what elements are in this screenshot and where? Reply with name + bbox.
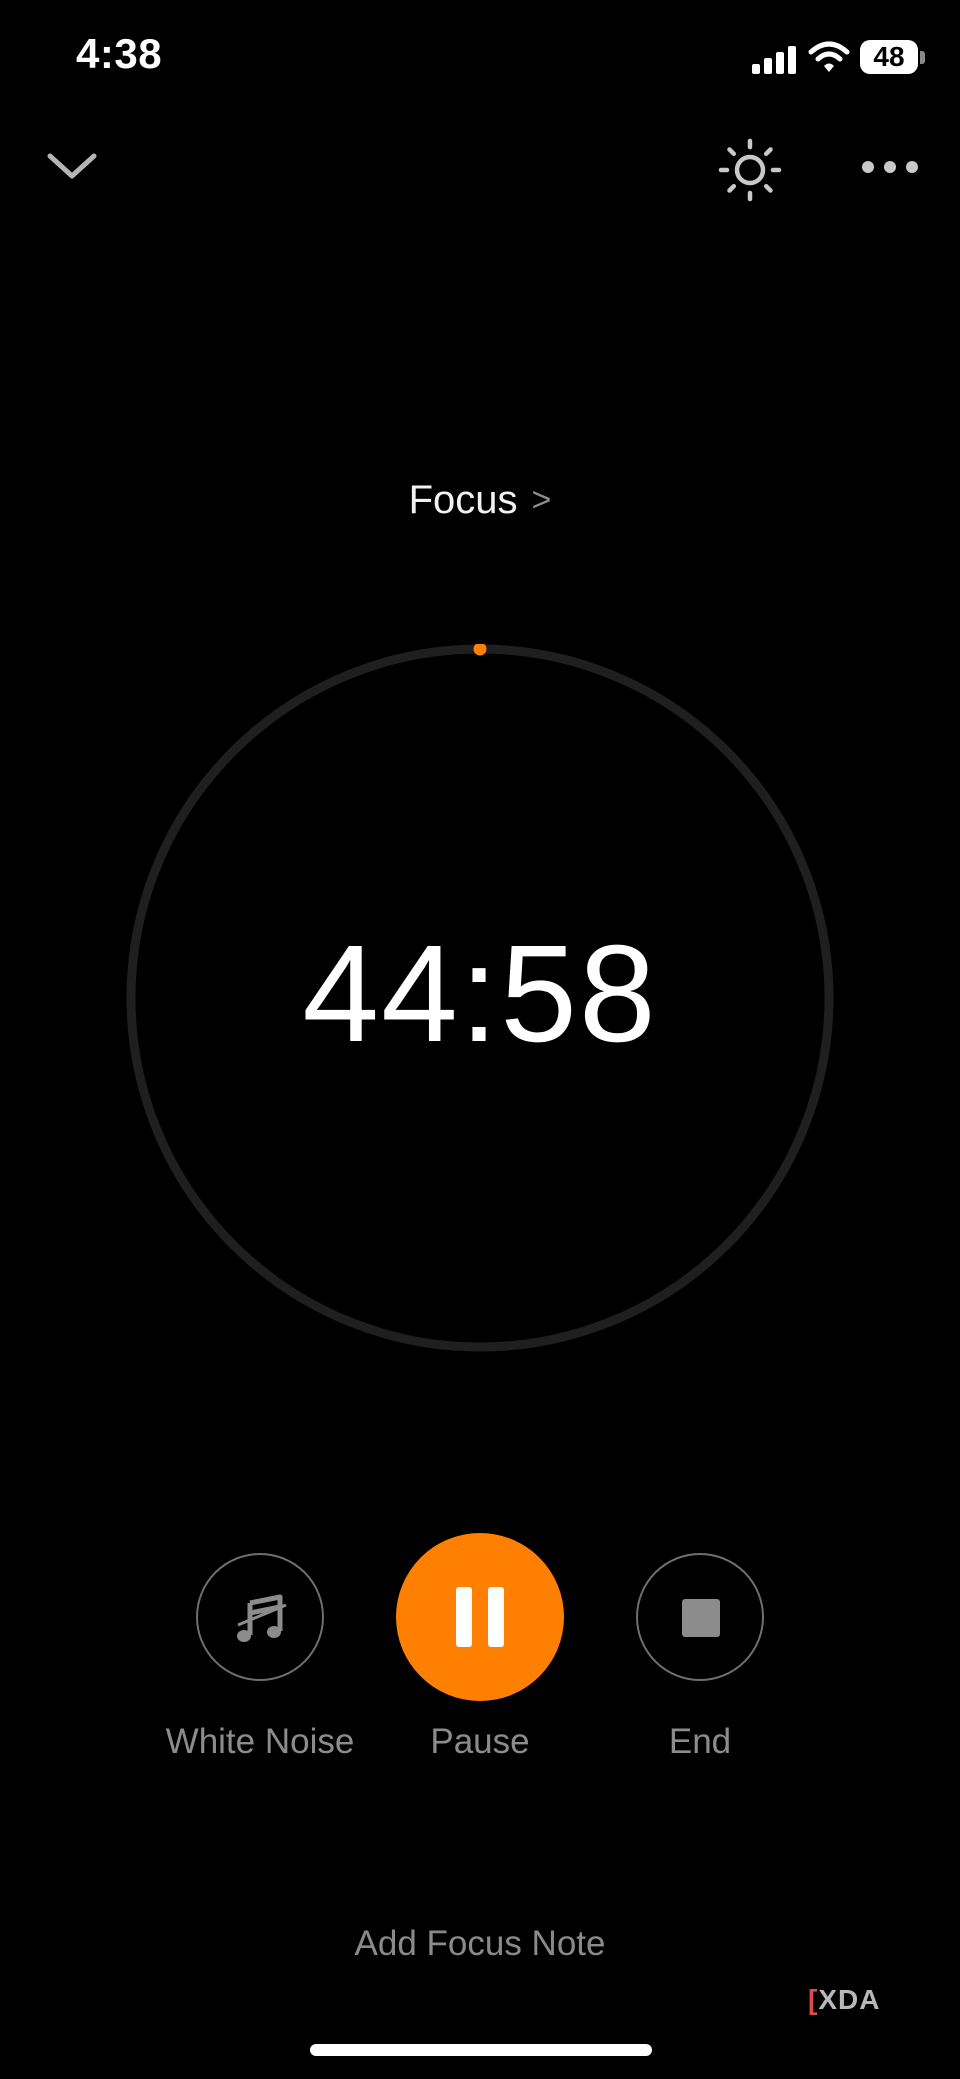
watermark-bracket-icon: [ (808, 1984, 819, 2015)
sun-icon[interactable] (718, 138, 782, 202)
countdown-timer: 44:58 (302, 917, 658, 1071)
end-button[interactable] (636, 1553, 764, 1681)
timer-progress-indicator (473, 644, 487, 656)
session-label-text: Focus (408, 478, 518, 522)
battery-icon: 48 (860, 40, 918, 74)
end-label: End (668, 1722, 732, 1761)
music-note-icon (237, 1594, 287, 1642)
pause-icon-bar-right (488, 1587, 504, 1647)
home-indicator[interactable] (310, 2044, 652, 2056)
add-focus-note-button[interactable]: Add Focus Note (0, 1924, 960, 1964)
chevron-down-icon[interactable] (46, 148, 98, 184)
cellular-signal-icon (752, 44, 798, 74)
pause-icon-bar-left (456, 1587, 472, 1647)
watermark-text: XDA (818, 1984, 881, 2015)
pause-button[interactable] (396, 1533, 564, 1701)
stop-icon (682, 1599, 720, 1637)
wifi-icon (808, 41, 850, 72)
session-label[interactable]: Focus > (0, 478, 960, 523)
battery-cap (920, 51, 925, 64)
chevron-right-icon: > (531, 481, 552, 519)
more-horizontal-icon[interactable] (860, 158, 920, 178)
status-time: 4:38 (76, 30, 163, 77)
white-noise-button[interactable] (196, 1553, 324, 1681)
watermark: [XDA (808, 1984, 880, 2016)
